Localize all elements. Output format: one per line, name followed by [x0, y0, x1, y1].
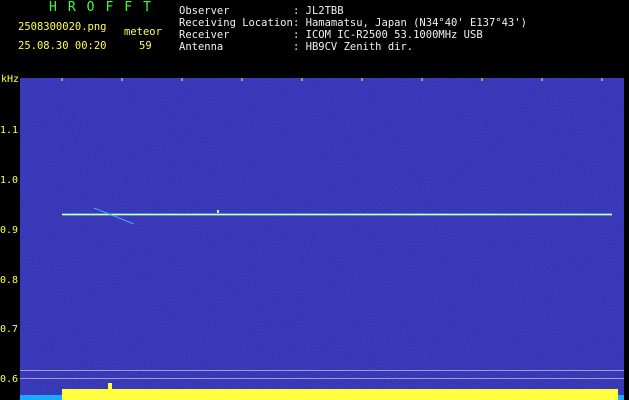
receiver-value: : ICOM IC-R2500 53.1000MHz USB: [293, 29, 483, 41]
spectrogram: [20, 78, 624, 400]
freq-tick-1-0: 1.0: [0, 175, 19, 186]
datetime-label: 25.08.30 00:20: [18, 40, 107, 52]
observer-label: Observer: [179, 5, 230, 17]
echo-spot: [217, 210, 219, 213]
observer-value: : JL2TBB: [293, 5, 344, 17]
freq-tick-0-7: 0.7: [0, 324, 19, 335]
filename-label: 2508300020.png: [18, 21, 107, 33]
location-label: Receiving Location: [179, 17, 293, 29]
header-panel: HROFFT 2508300020.png 25.08.30 00:20 met…: [0, 0, 629, 78]
freq-tick-0-6: 0.6: [0, 374, 19, 385]
location-value: : Hamamatsu, Japan (N34°40' E137°43'): [293, 17, 527, 29]
freq-tick-0-8: 0.8: [0, 275, 19, 286]
level-bar-spike: [108, 383, 112, 390]
noise-specks: [20, 78, 624, 383]
receiver-label: Receiver: [179, 29, 230, 41]
freq-tick-0-9: 0.9: [0, 225, 19, 236]
antenna-value: : HB9CV Zenith dir.: [293, 41, 414, 53]
freq-tick-1-1: 1.1: [0, 125, 19, 136]
app-brand: HROFFT: [49, 0, 162, 15]
detection-type-label: meteor: [124, 26, 162, 38]
frequency-unit-label: kHz: [1, 74, 20, 85]
detection-count: 59: [139, 40, 152, 52]
level-bar: [62, 389, 618, 400]
antenna-label: Antenna: [179, 41, 224, 53]
